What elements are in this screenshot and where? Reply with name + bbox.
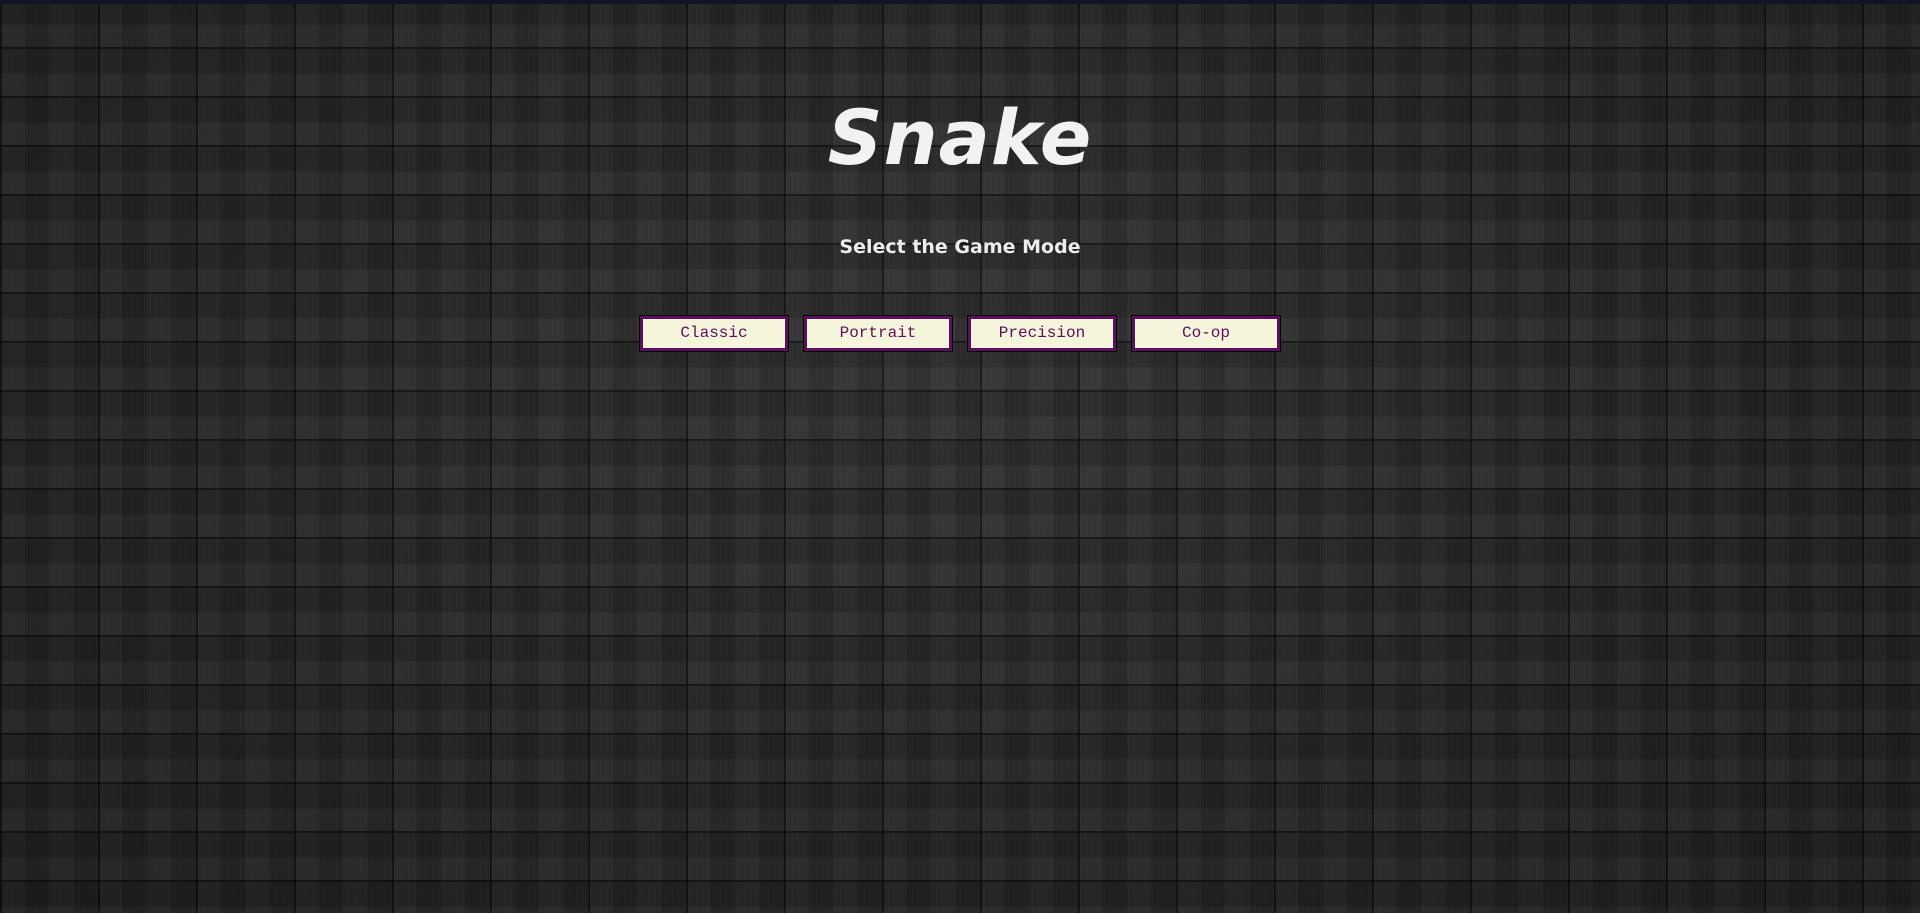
coop-mode-button[interactable]: Co-op (1132, 316, 1280, 351)
classic-mode-button[interactable]: Classic (640, 316, 788, 351)
game-title: Snake (827, 93, 1093, 182)
portrait-mode-button[interactable]: Portrait (804, 316, 952, 351)
game-mode-buttons: Classic Portrait Precision Co-op (0, 316, 1920, 351)
precision-mode-button[interactable]: Precision (968, 316, 1116, 351)
mode-select-prompt: Select the Game Mode (839, 236, 1081, 258)
top-edge-strip (0, 0, 1920, 4)
